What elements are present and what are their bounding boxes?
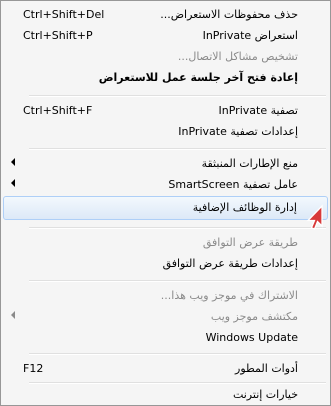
menu-separator [29, 280, 326, 282]
menu-item-label: عامل تصفية SmartScreen [168, 178, 298, 191]
menu-item-inprivate-filtering[interactable]: تصفية InPrivate Ctrl+Shift+F [3, 100, 328, 122]
menu-item-label: إعدادات طريقة عرض التوافق [162, 257, 298, 270]
menu-item-compatibility-view-settings[interactable]: إعدادات طريقة عرض التوافق [3, 253, 328, 275]
menu-item-label: تشخيص مشاكل الاتصال... [177, 50, 298, 63]
menu-separator [29, 353, 326, 355]
menu-item-windows-update[interactable]: Windows Update [3, 327, 328, 349]
menu-separator [29, 95, 326, 97]
shortcut-label: Ctrl+Shift+P [23, 29, 93, 42]
shortcut-label: Ctrl+Shift+F [23, 104, 93, 117]
menu-item-label: خيارات إنترنت [232, 388, 298, 401]
menu-item-compatibility-view: طريقة عرض التوافق [3, 232, 328, 254]
menu-item-label: مكتشف موجز ويب [210, 310, 298, 323]
menu-item-delete-browsing-history[interactable]: حذف محفوظات الاستعراض... Ctrl+Shift+Del [3, 4, 328, 26]
menu-item-label: Windows Update [205, 331, 298, 344]
menu-item-developer-tools[interactable]: أدوات المطور F12 [3, 358, 328, 380]
menu-separator [29, 148, 326, 150]
menu-item-inprivate-browsing[interactable]: استعراض InPrivate Ctrl+Shift+P [3, 25, 328, 47]
menu-item-label: تصفية InPrivate [218, 104, 298, 117]
chevron-left-icon [11, 311, 15, 319]
menu-item-label: طريقة عرض التوافق [202, 236, 298, 249]
menu-item-diagnose-connection: تشخيص مشاكل الاتصال... [3, 46, 328, 68]
menu-item-smartscreen-filter[interactable]: عامل تصفية SmartScreen [3, 174, 328, 196]
menu-item-popup-blocker[interactable]: منع الإطارات المنبثقة [3, 153, 328, 175]
menu-item-manage-add-ons[interactable]: إدارة الوظائف الإضافية [3, 196, 328, 220]
menu-item-label: أدوات المطور [235, 362, 298, 375]
shortcut-label: Ctrl+Shift+Del [23, 8, 105, 21]
chevron-left-icon [11, 179, 15, 187]
menu-item-internet-options[interactable]: خيارات إنترنت [3, 384, 328, 406]
menu-item-label: إعادة فتح آخر جلسة عمل للاستعراض [98, 71, 298, 84]
menu-item-label: الاشتراك في موجز ويب هذا... [160, 289, 298, 302]
mouse-pointer-icon [306, 204, 323, 230]
menu-item-label: حذف محفوظات الاستعراض... [160, 8, 298, 21]
menu-item-reopen-last-session[interactable]: إعادة فتح آخر جلسة عمل للاستعراض [3, 67, 328, 89]
menu-item-inprivate-filtering-settings[interactable]: إعدادات تصفية InPrivate [3, 121, 328, 143]
menu-item-subscribe-feed: الاشتراك في موجز ويب هذا... [3, 285, 328, 307]
menu-item-label: استعراض InPrivate [202, 29, 298, 42]
chevron-left-icon [11, 158, 15, 166]
menu-item-label: إعدادات تصفية InPrivate [178, 125, 298, 138]
menu-separator [29, 227, 326, 229]
menu-item-label: منع الإطارات المنبثقة [201, 157, 298, 170]
tools-menu: حذف محفوظات الاستعراض... Ctrl+Shift+Del … [0, 0, 331, 406]
menu-item-feed-discovery: مكتشف موجز ويب [3, 306, 328, 328]
menu-item-label: إدارة الوظائف الإضافية [192, 201, 297, 214]
shortcut-label: F12 [23, 362, 44, 375]
